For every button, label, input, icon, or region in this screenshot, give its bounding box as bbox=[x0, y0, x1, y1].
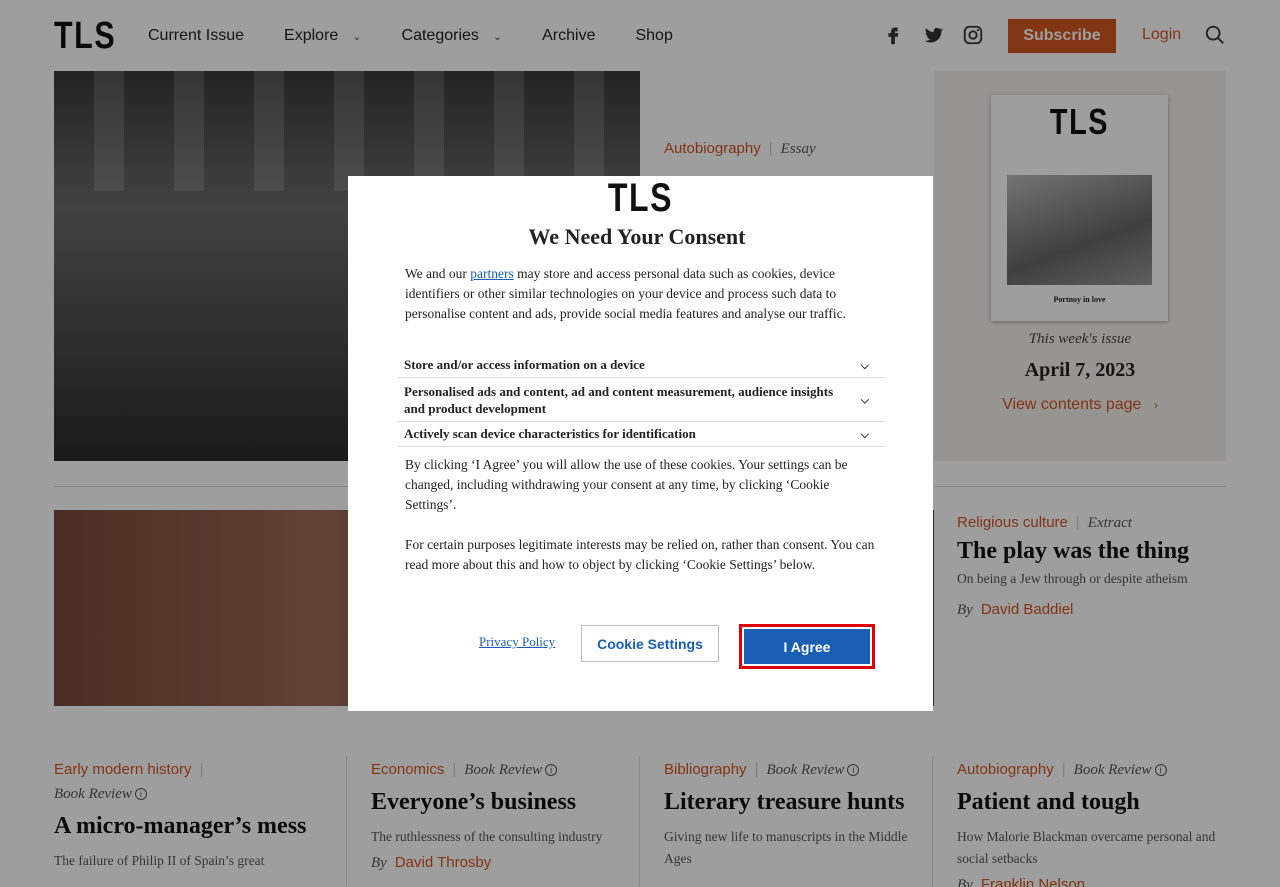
consent-title: We Need Your Consent bbox=[528, 224, 746, 249]
i-agree-button[interactable]: I Agree bbox=[739, 624, 875, 669]
i-agree-label: I Agree bbox=[744, 629, 870, 664]
consent-logo: TLS bbox=[607, 176, 674, 220]
consent-legit-text: For certain purposes legitimate interest… bbox=[405, 537, 875, 572]
partners-link[interactable]: partners bbox=[470, 266, 513, 281]
consent-agree-text: By clicking ‘I Agree’ you will allow the… bbox=[405, 457, 848, 512]
purpose-label: Store and/or access information on a dev… bbox=[404, 357, 645, 372]
purpose-label: Actively scan device characteristics for… bbox=[404, 426, 696, 441]
intro-text: We and our bbox=[405, 266, 471, 281]
chevron-down-icon: ⌵ bbox=[860, 359, 869, 372]
purpose-accordion-ads[interactable]: Personalised ads and content, ad and con… bbox=[398, 380, 885, 422]
consent-dialog: TLS We Need Your Consent We and our part… bbox=[348, 176, 933, 711]
cookie-settings-button[interactable]: Cookie Settings bbox=[581, 625, 719, 662]
purpose-accordion-scan[interactable]: Actively scan device characteristics for… bbox=[398, 423, 885, 447]
chevron-down-icon: ⌵ bbox=[860, 428, 869, 441]
purpose-accordion-storage[interactable]: Store and/or access information on a dev… bbox=[398, 354, 885, 378]
chevron-down-icon: ⌵ bbox=[860, 394, 869, 406]
purpose-label: Personalised ads and content, ad and con… bbox=[404, 384, 834, 416]
consent-intro: We and our partners may store and access… bbox=[405, 264, 875, 324]
privacy-policy-link[interactable]: Privacy Policy bbox=[479, 634, 555, 650]
